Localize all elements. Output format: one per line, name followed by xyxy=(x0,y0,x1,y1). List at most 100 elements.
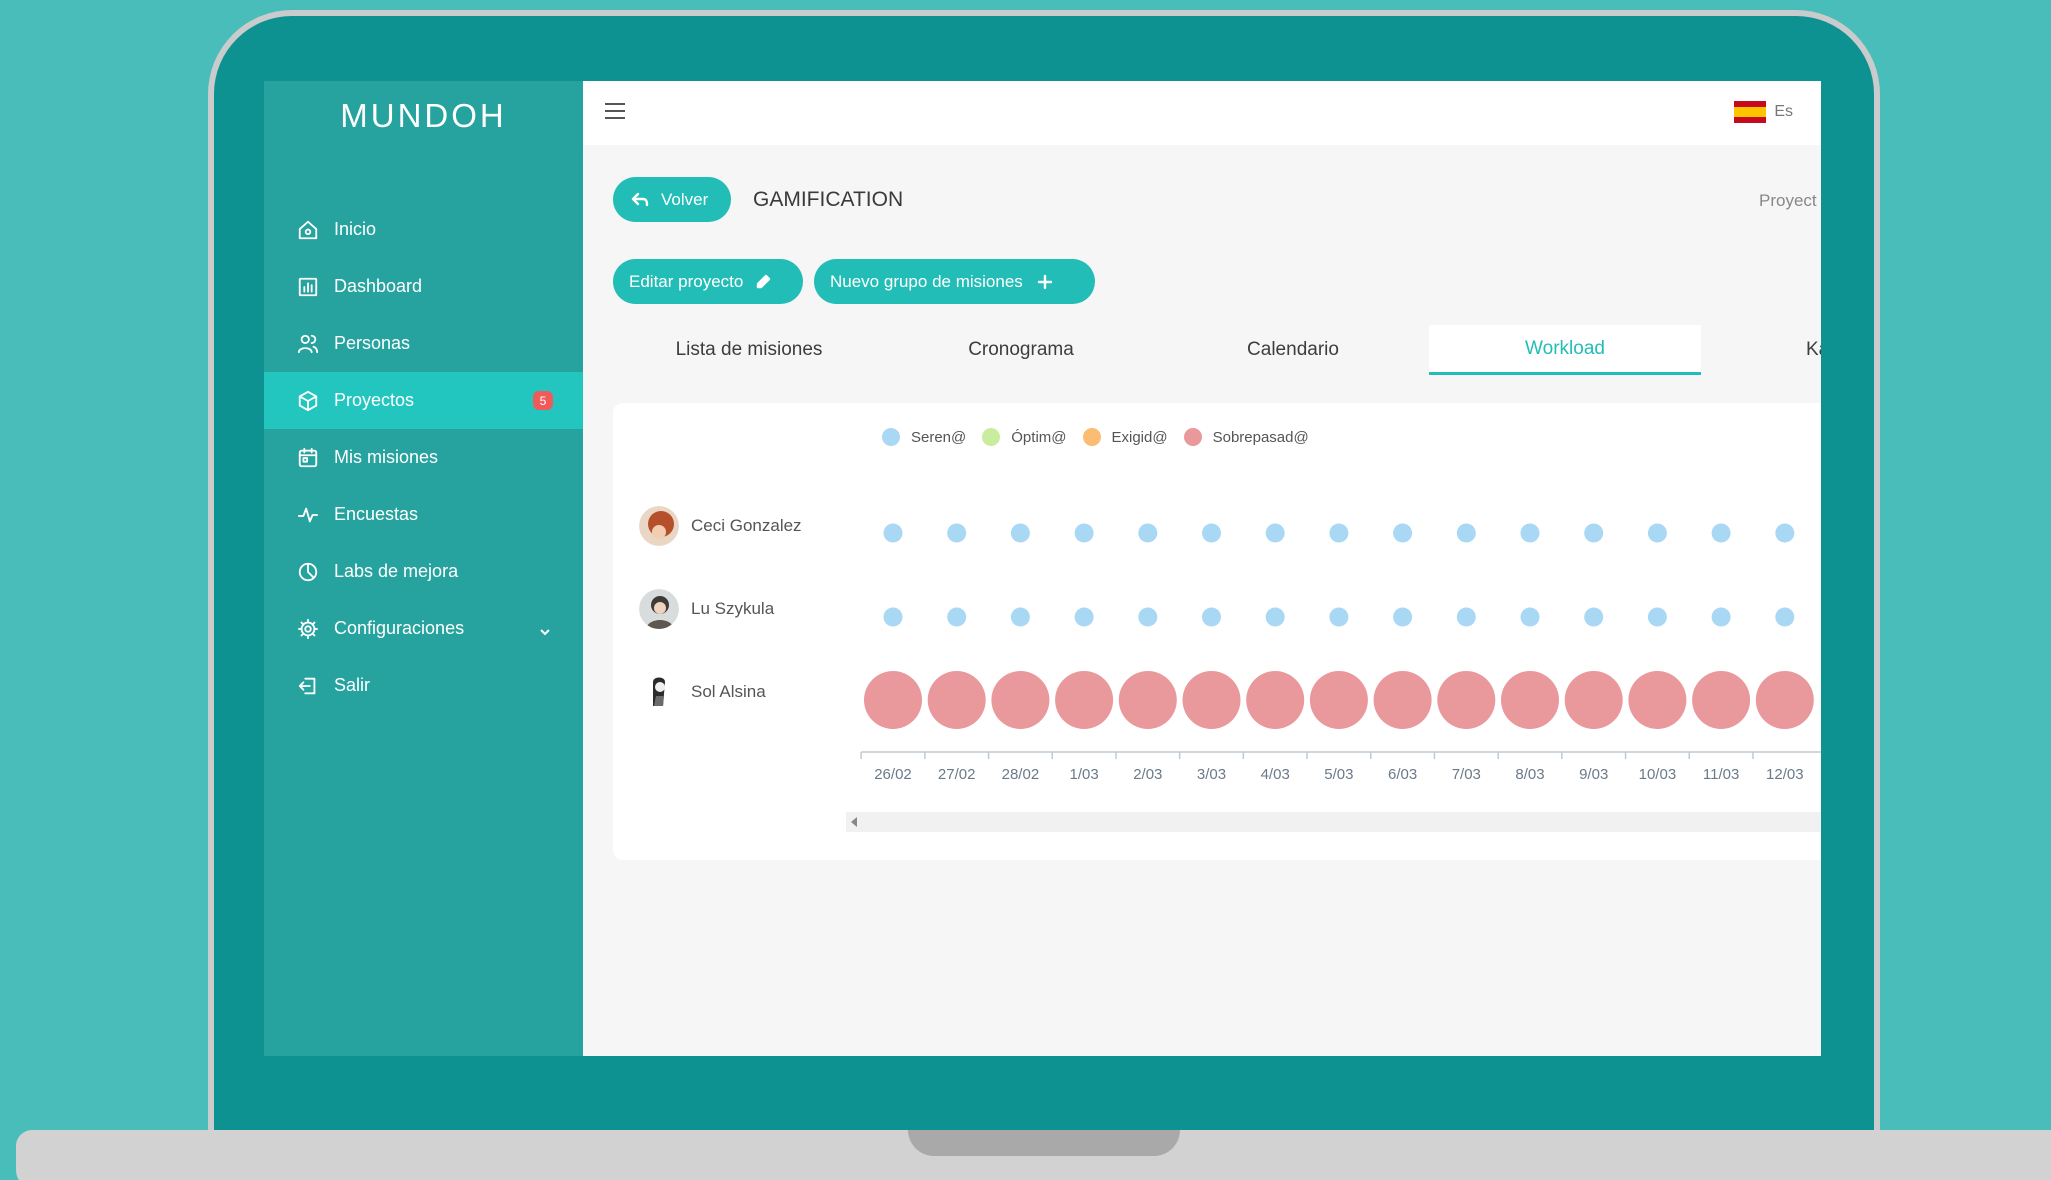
sidebar-item-salir[interactable]: Salir xyxy=(264,657,583,714)
app-screen: MUNDOH Inicio Dashboard Personas Proyect… xyxy=(264,81,1821,1056)
workload-dot[interactable] xyxy=(1118,671,1177,729)
hamburger-menu-icon[interactable] xyxy=(605,103,625,123)
workload-dot[interactable] xyxy=(1456,607,1476,627)
workload-dot[interactable] xyxy=(947,523,967,543)
edit-project-button[interactable]: Editar proyecto xyxy=(613,259,803,304)
workload-dot[interactable] xyxy=(927,671,986,729)
sidebar-item-mis-misiones[interactable]: Mis misiones xyxy=(264,429,583,486)
sidebar-item-label: Salir xyxy=(334,675,371,695)
tab-cronograma[interactable]: Cronograma xyxy=(885,325,1157,375)
project-tabs: Lista de misiones Cronograma Calendario … xyxy=(613,325,1821,375)
workload-chart: 26/02 27/02 28/02 1/03 2/03 3/03 4/03 5/03 6/03 7… xyxy=(860,523,1821,783)
workload-dot[interactable] xyxy=(1775,607,1795,627)
workload-dot[interactable] xyxy=(1074,523,1094,543)
workload-dot[interactable] xyxy=(947,607,967,627)
workload-card: Seren@ Óptim@ Exigid@ Sobrepasad@ Ceci G… xyxy=(613,403,1821,860)
reply-arrow-icon xyxy=(631,192,649,206)
workload-dot[interactable] xyxy=(1010,523,1030,543)
workload-dot[interactable] xyxy=(1520,523,1540,543)
workload-dot[interactable] xyxy=(1501,671,1559,729)
chevron-down-icon[interactable] xyxy=(539,622,550,636)
new-mission-group-button[interactable]: Nuevo grupo de misiones xyxy=(814,259,1095,304)
laptop-notch xyxy=(908,1130,1180,1156)
workload-dot[interactable] xyxy=(1393,607,1413,627)
workload-dot[interactable] xyxy=(1647,523,1667,543)
workload-dot[interactable] xyxy=(1055,671,1114,729)
workload-dot[interactable] xyxy=(1309,671,1368,729)
workload-dot[interactable] xyxy=(1138,607,1158,627)
x-axis-tick-label: 4/03 xyxy=(1261,766,1290,783)
workload-dot[interactable] xyxy=(883,607,903,627)
language-label: Es xyxy=(1774,103,1793,120)
workload-dot[interactable] xyxy=(1265,607,1285,627)
workload-dot[interactable] xyxy=(1456,523,1476,543)
pencil-icon xyxy=(757,274,771,288)
home-icon xyxy=(296,218,320,242)
workload-dot[interactable] xyxy=(1437,671,1496,729)
users-icon xyxy=(296,332,320,356)
workload-dot[interactable] xyxy=(1246,671,1305,729)
breadcrumb[interactable]: Proyect xyxy=(1759,191,1817,211)
sidebar: MUNDOH Inicio Dashboard Personas Proyect… xyxy=(264,81,583,1056)
workload-dot[interactable] xyxy=(1584,523,1604,543)
scroll-left-arrow-icon[interactable] xyxy=(851,817,857,827)
sidebar-item-labs-de-mejora[interactable]: Labs de mejora xyxy=(264,543,583,600)
back-button[interactable]: Volver xyxy=(613,177,731,222)
main-content: Volver GAMIFICATION Proyect Editar proye… xyxy=(583,145,1821,1056)
tab-calendario[interactable]: Calendario xyxy=(1157,325,1429,375)
workload-dot[interactable] xyxy=(1647,607,1667,627)
workload-dot[interactable] xyxy=(883,523,903,543)
sidebar-item-label: Proyectos xyxy=(334,390,415,410)
sidebar-item-label: Labs de mejora xyxy=(334,561,459,581)
sidebar-item-inicio[interactable]: Inicio xyxy=(264,201,583,258)
workload-dot[interactable] xyxy=(1520,607,1540,627)
sidebar-item-personas[interactable]: Personas xyxy=(264,315,583,372)
logout-icon xyxy=(296,674,320,698)
tab-workload[interactable]: Workload xyxy=(1429,325,1701,375)
workload-dot[interactable] xyxy=(1138,523,1158,543)
workload-dot[interactable] xyxy=(1692,671,1751,729)
bar-chart-icon xyxy=(296,275,320,299)
horizontal-scrollbar[interactable] xyxy=(846,812,1821,832)
edit-project-label: Editar proyecto xyxy=(629,271,744,291)
workload-dot[interactable] xyxy=(864,671,922,729)
workload-dot[interactable] xyxy=(1265,523,1285,543)
workload-dot[interactable] xyxy=(1202,607,1221,627)
x-axis-tick-label: 1/03 xyxy=(1069,766,1098,783)
sidebar-item-encuestas[interactable]: Encuestas xyxy=(264,486,583,543)
topbar: Es xyxy=(583,81,1821,145)
sidebar-item-configuraciones[interactable]: Configuraciones xyxy=(264,600,583,657)
sidebar-item-dashboard[interactable]: Dashboard xyxy=(264,258,583,315)
workload-dot[interactable] xyxy=(1755,671,1814,729)
tab-ka[interactable]: Ka xyxy=(1701,325,1821,375)
workload-dot[interactable] xyxy=(991,671,1050,729)
back-button-label: Volver xyxy=(661,189,709,209)
workload-dot[interactable] xyxy=(1711,607,1731,627)
workload-dot[interactable] xyxy=(1564,671,1623,729)
x-axis-tick-label: 28/02 xyxy=(1002,766,1040,783)
x-axis-tick-label: 2/03 xyxy=(1133,766,1162,783)
workload-dot[interactable] xyxy=(1329,523,1349,543)
sidebar-item-label: Inicio xyxy=(334,219,377,239)
language-selector[interactable]: Es xyxy=(1734,101,1793,123)
workload-dot[interactable] xyxy=(1584,607,1604,627)
x-axis-tick-label: 3/03 xyxy=(1197,766,1226,783)
workload-dot[interactable] xyxy=(1010,607,1030,627)
workload-dot[interactable] xyxy=(1373,671,1432,729)
workload-dot[interactable] xyxy=(1074,607,1094,627)
x-axis-tick-label: 27/02 xyxy=(938,766,976,783)
sidebar-item-label: Personas xyxy=(334,333,411,353)
workload-dot[interactable] xyxy=(1628,671,1687,729)
app-logo: MUNDOH xyxy=(340,97,507,134)
workload-dot[interactable] xyxy=(1711,523,1731,543)
workload-dot[interactable] xyxy=(1775,523,1795,543)
sidebar-item-proyectos[interactable]: Proyectos 5 xyxy=(264,372,583,429)
workload-dot[interactable] xyxy=(1202,523,1221,543)
tab-lista-de-misiones[interactable]: Lista de misiones xyxy=(613,325,885,375)
sidebar-item-label: Configuraciones xyxy=(334,618,465,638)
workload-dot[interactable] xyxy=(1182,671,1241,729)
workload-dot[interactable] xyxy=(1329,607,1349,627)
x-axis-tick-label: 6/03 xyxy=(1388,766,1417,783)
workload-dot[interactable] xyxy=(1393,523,1413,543)
pie-chart-icon xyxy=(296,560,320,584)
